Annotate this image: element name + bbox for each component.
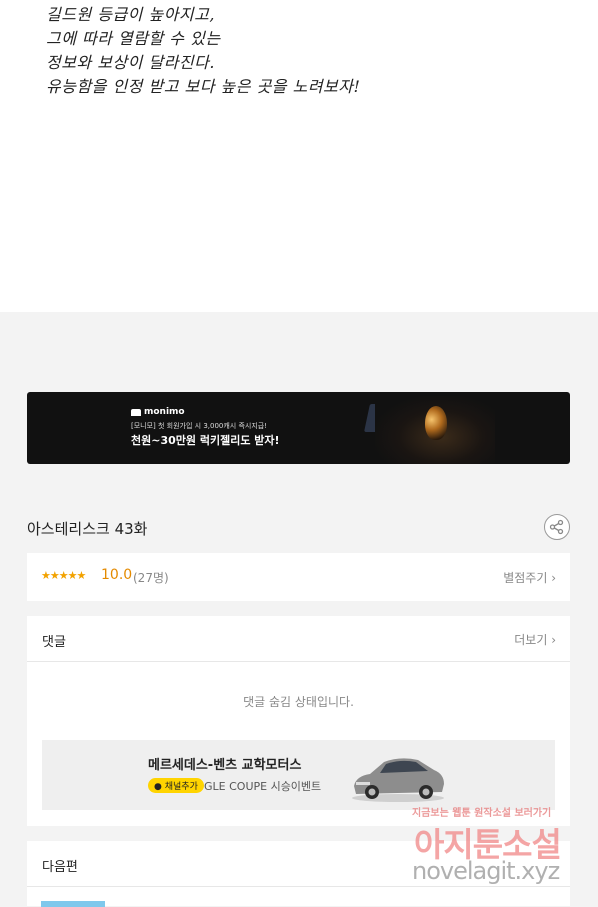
chip-label: 채널추가 xyxy=(164,782,198,792)
benz-ad-description: GLE COUPE 시승이벤트 xyxy=(204,780,322,793)
comic-text-line: 그에 따라 열람할 수 있는 xyxy=(46,29,221,48)
comic-text-line: 정보와 보상이 달라진다. xyxy=(46,53,215,72)
comic-text-line: 유능함을 인정 받고 보다 높은 곳을 노려보자! xyxy=(46,77,361,96)
rating-count: (27명) xyxy=(133,571,169,585)
share-icon xyxy=(549,519,564,535)
car-image xyxy=(352,758,444,802)
monimo-ad-banner[interactable]: monimo [모니모] 첫 회원가입 시 3,000캐시 즉시지급! 천원~3… xyxy=(27,392,570,464)
rate-button[interactable]: 별점주기 › xyxy=(503,569,556,586)
comic-panel: 길드원 등급이 높아지고, 그에 따라 열람할 수 있는 정보와 보상이 달라진… xyxy=(0,0,598,312)
channel-add-chip[interactable]: ● 채널추가 xyxy=(148,778,204,793)
rating-stars: ★★★★★ xyxy=(41,569,86,582)
benz-ad[interactable]: 메르세데스-벤츠 교학모터스 ● 채널추가 GLE COUPE 시승이벤트 xyxy=(42,740,555,810)
comic-text-line: 길드원 등급이 높아지고, xyxy=(46,5,215,24)
rating-score: 10.0 xyxy=(101,567,133,583)
chat-bubble-icon: ● xyxy=(154,782,162,792)
ad-subtitle: [모니모] 첫 회원가입 시 3,000캐시 즉시지급! xyxy=(131,422,268,430)
comments-more-link[interactable]: 더보기 › xyxy=(514,631,556,648)
ad-brand: monimo xyxy=(144,407,185,417)
comments-card: 댓글 더보기 › 댓글 숨김 상태입니다. 메르세데스-벤츠 교학모터스 ● 채… xyxy=(27,616,570,826)
comments-hidden-message: 댓글 숨김 상태입니다. xyxy=(243,695,354,709)
episode-title: 아스테리스크 43화 xyxy=(27,520,148,538)
share-button[interactable] xyxy=(544,514,570,540)
next-episode-thumbnail[interactable] xyxy=(41,901,105,907)
next-episode-heading: 다음편 xyxy=(42,860,78,875)
next-episode-header: 다음편 xyxy=(27,841,570,887)
jelly-stone-image xyxy=(425,406,447,440)
next-episode-card: 다음편 xyxy=(27,841,570,907)
monimo-logo-icon xyxy=(131,408,141,416)
ad-headline: 천원~30만원 럭키젤리도 받자! xyxy=(131,434,280,447)
episode-title-row: 아스테리스크 43화 xyxy=(27,512,570,544)
benz-ad-title: 메르세데스-벤츠 교학모터스 xyxy=(148,758,302,773)
comments-header: 댓글 더보기 › xyxy=(27,616,570,662)
comments-heading: 댓글 xyxy=(42,635,66,650)
rating-card: ★★★★★ 10.0 (27명) 별점주기 › xyxy=(27,553,570,601)
monimo-logo: monimo xyxy=(131,407,185,417)
